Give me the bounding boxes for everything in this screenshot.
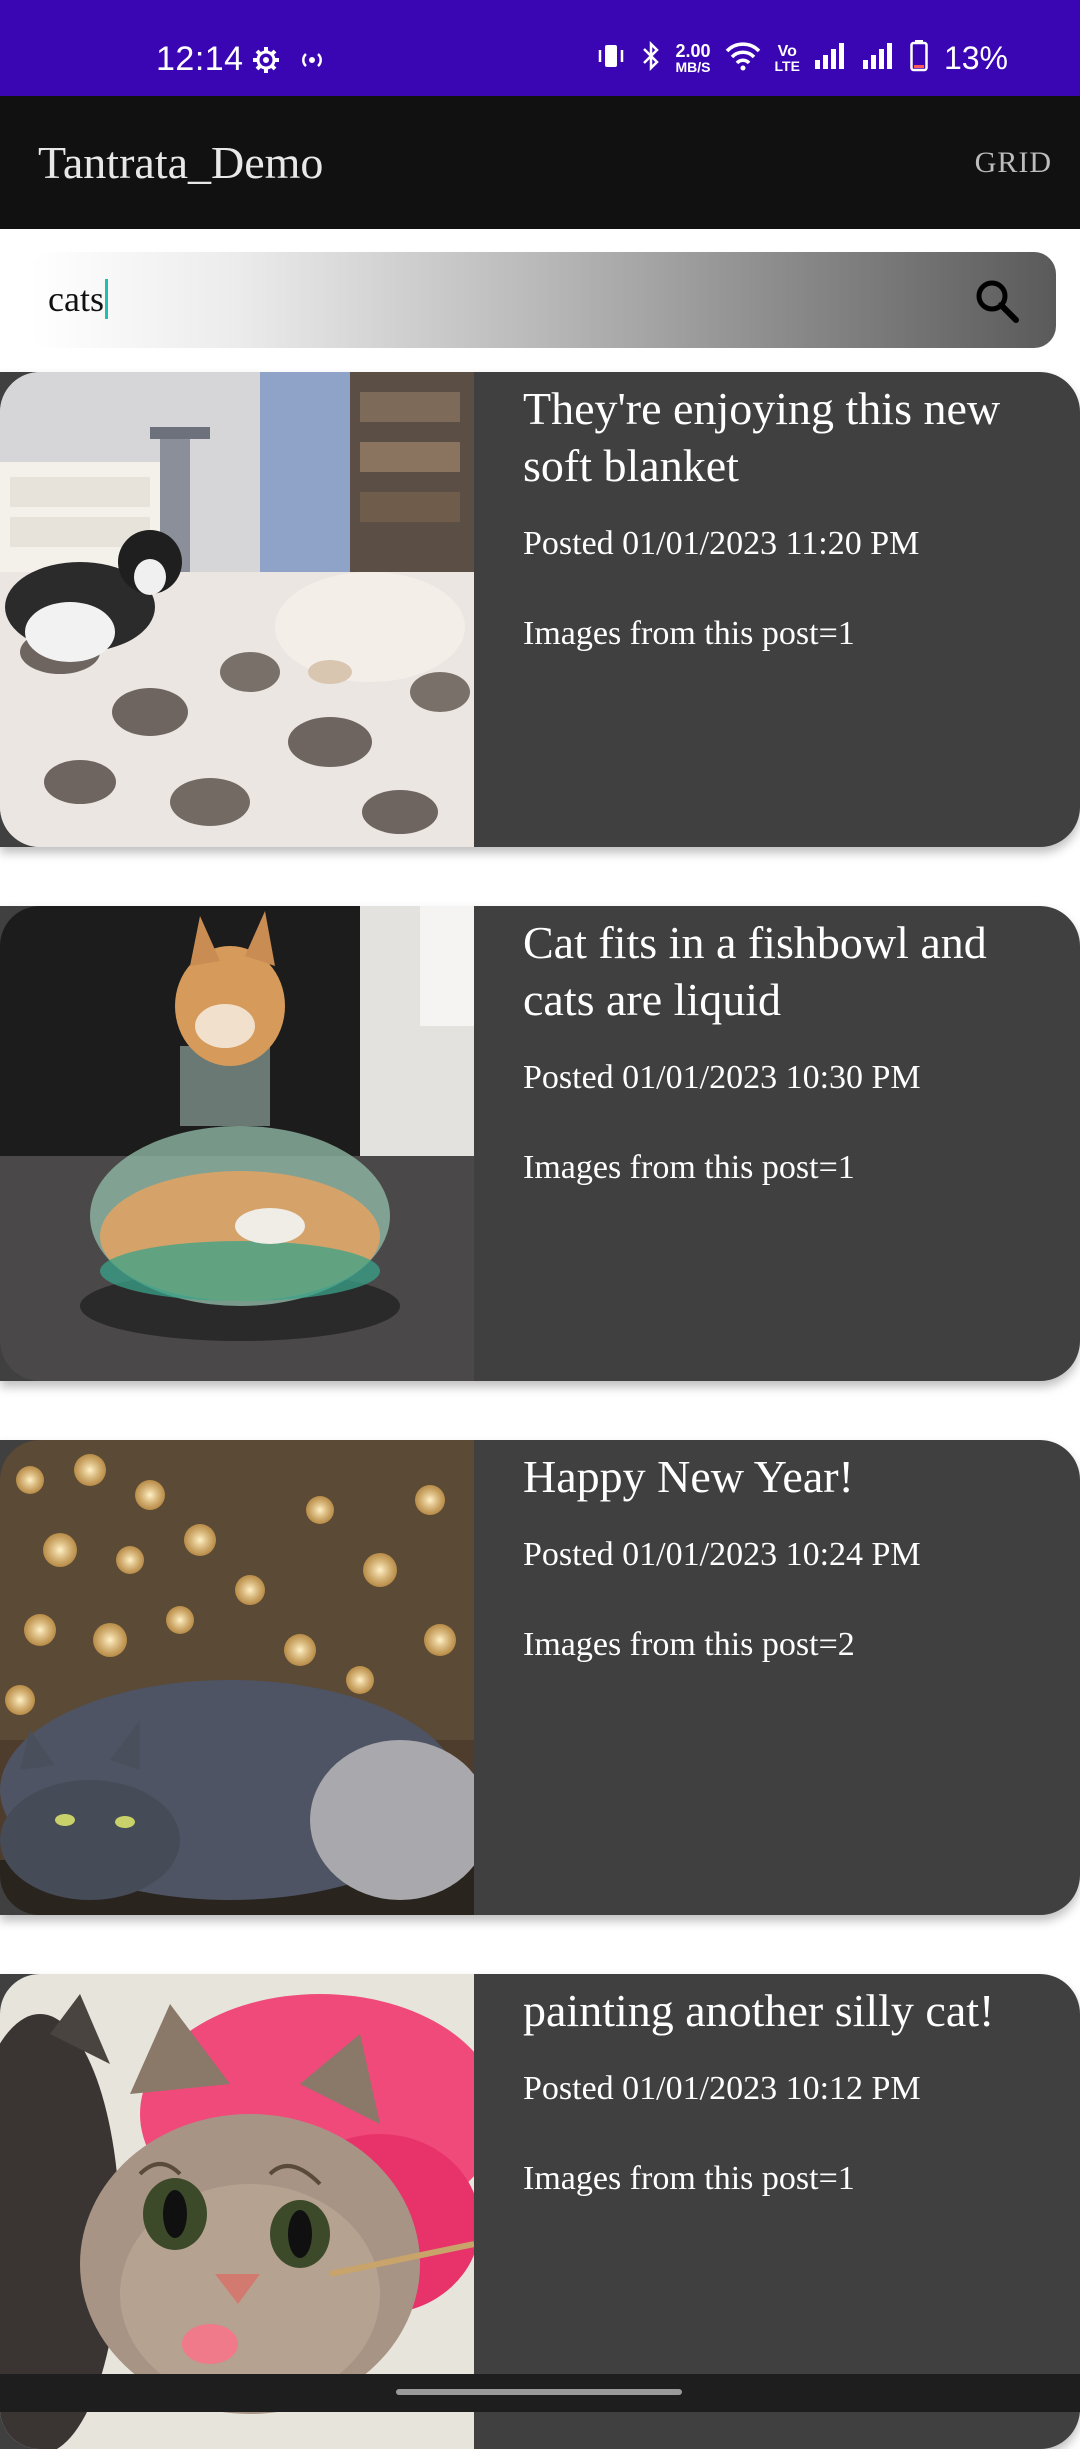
network-speed: 2.00 MB/S [675, 41, 711, 75]
search-input[interactable]: cats [48, 278, 108, 320]
vibrate-icon [596, 41, 626, 76]
signal-icon [862, 42, 896, 75]
grid-button[interactable]: GRID [975, 146, 1052, 180]
post-image-count: Images from this post=1 [523, 615, 855, 652]
home-gesture-handle[interactable] [396, 2389, 682, 2395]
app-title: Tantrata_Demo [38, 137, 324, 188]
volte-indicator: Vo LTE [774, 42, 800, 74]
search-query-text: cats [48, 279, 104, 319]
search-bar[interactable]: cats [30, 252, 1056, 348]
app-bar: Tantrata_Demo GRID [0, 96, 1080, 229]
battery-percent: 13% [943, 40, 1008, 76]
post-title: Cat fits in a fishbowl and cats are liqu… [523, 917, 987, 1025]
post-image-cat-in-fishbowl[interactable] [0, 906, 474, 1381]
post-image-cats-on-blanket[interactable] [0, 372, 474, 847]
post-image-count: Images from this post=1 [523, 1149, 855, 1186]
settings-icon [252, 46, 280, 79]
battery-icon [910, 40, 928, 77]
post-image-count: Images from this post=1 [523, 2160, 855, 2197]
hotspot-icon [298, 46, 326, 79]
post-title: They're enjoying this new soft blanket [523, 383, 1001, 491]
post-card[interactable]: Cat fits in a fishbowl and cats are liqu… [0, 906, 1080, 1381]
post-image-count: Images from this post=2 [523, 1626, 855, 1663]
post-card[interactable]: They're enjoying this new soft blanket P… [0, 372, 1080, 847]
post-date: Posted 01/01/2023 10:30 PM [523, 1059, 921, 1096]
status-bar: 12:14 2.00 MB/S Vo LTE 13% [0, 0, 1080, 96]
post-image-grey-cat[interactable] [0, 1440, 474, 1915]
post-title: Happy New Year! [523, 1451, 854, 1502]
search-icon[interactable] [972, 276, 1022, 326]
post-title: painting another silly cat! [523, 1985, 995, 2036]
status-time: 12:14 [156, 40, 244, 78]
post-date: Posted 01/01/2023 10:12 PM [523, 2070, 921, 2107]
post-date: Posted 01/01/2023 11:20 PM [523, 525, 920, 562]
text-caret [104, 279, 108, 319]
navigation-bar [0, 2374, 1080, 2412]
wifi-icon [725, 41, 761, 76]
post-card[interactable]: Happy New Year! Posted 01/01/2023 10:24 … [0, 1440, 1080, 1915]
bluetooth-icon [640, 40, 662, 76]
signal-icon [814, 42, 848, 75]
post-date: Posted 01/01/2023 10:24 PM [523, 1536, 921, 1573]
